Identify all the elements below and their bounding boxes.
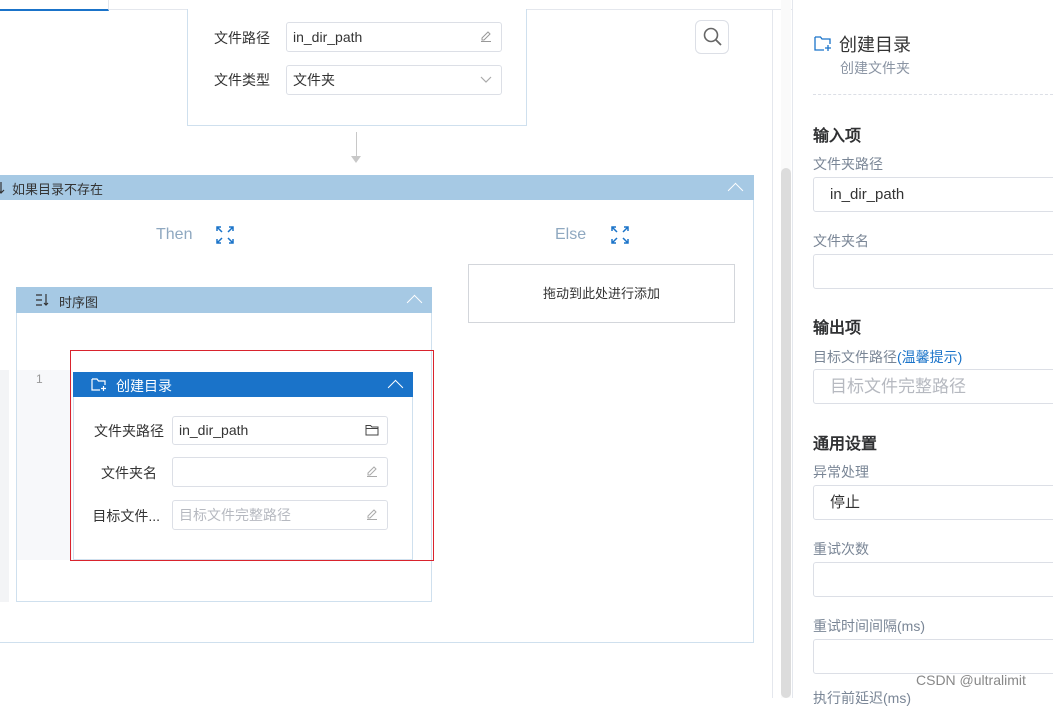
gutter [0,370,9,602]
folder-name-input[interactable] [813,254,1053,289]
output-section-title: 输出项 [813,320,862,337]
file-path-input[interactable]: in_dir_path [286,22,502,52]
file-type-value: 文件夹 [293,72,335,88]
target-path-input[interactable]: 目标文件完整路径 [813,369,1053,404]
then-label: Then [156,226,193,243]
input-section-title: 输入项 [813,128,862,145]
panel-divider-line [813,94,1053,95]
panel-divider [792,0,793,698]
sequence-header[interactable]: 时序图 [16,287,432,313]
collapse-icon[interactable] [727,182,744,199]
connector-arrow [351,156,361,163]
tips-link[interactable]: (温馨提示) [897,349,962,365]
retry-count-label: 重试次数 [813,541,869,557]
sequence-icon [36,294,49,306]
else-label: Else [555,226,587,243]
canvas-scrollbar-thumb[interactable] [781,168,791,698]
file-type-label: 文件类型 [214,72,270,88]
expand-else-icon[interactable] [611,226,629,244]
if-block-header[interactable]: 如果目录不存在 [0,175,754,200]
retry-interval-label: 重试时间间隔(ms) [813,618,925,634]
file-type-select[interactable]: 文件夹 [286,65,502,95]
edit-icon[interactable] [479,29,493,43]
condition-icon [0,182,5,194]
expand-then-icon[interactable] [216,226,234,244]
file-path-label: 文件路径 [214,30,270,46]
folder-add-icon [814,36,831,51]
exception-label: 异常处理 [813,464,869,480]
search-icon [703,27,722,46]
exception-select[interactable]: 停止 [813,485,1053,520]
collapse-icon[interactable] [406,294,423,311]
folder-path-input[interactable]: in_dir_path [813,177,1053,212]
line-number: 1 [36,372,43,386]
panel-subtitle: 创建文件夹 [840,60,910,76]
target-path-label-text: 目标文件路径 [813,349,897,365]
sequence-title: 时序图 [59,295,99,310]
chevron-down-icon [480,76,492,83]
folder-path-label: 文件夹路径 [813,156,883,172]
general-section-title: 通用设置 [813,436,878,453]
watermark: CSDN @ultralimit [916,672,1026,688]
folder-name-label: 文件夹名 [813,233,869,249]
line-gutter [17,370,72,560]
highlight-annotation-box [70,350,434,561]
active-tab[interactable] [0,0,109,11]
file-path-value: in_dir_path [293,29,363,45]
canvas-edge [772,10,773,698]
search-button[interactable] [695,20,729,54]
retry-interval-input[interactable] [813,639,1053,674]
panel-title: 创建目录 [839,35,911,55]
target-path-label: 目标文件路径(温馨提示) [813,347,962,367]
retry-count-input[interactable] [813,562,1053,597]
pre-delay-label: 执行前延迟(ms) [813,690,911,706]
if-block-title: 如果目录不存在 [12,182,104,197]
else-drop-zone[interactable]: 拖动到此处进行添加 [468,264,735,323]
